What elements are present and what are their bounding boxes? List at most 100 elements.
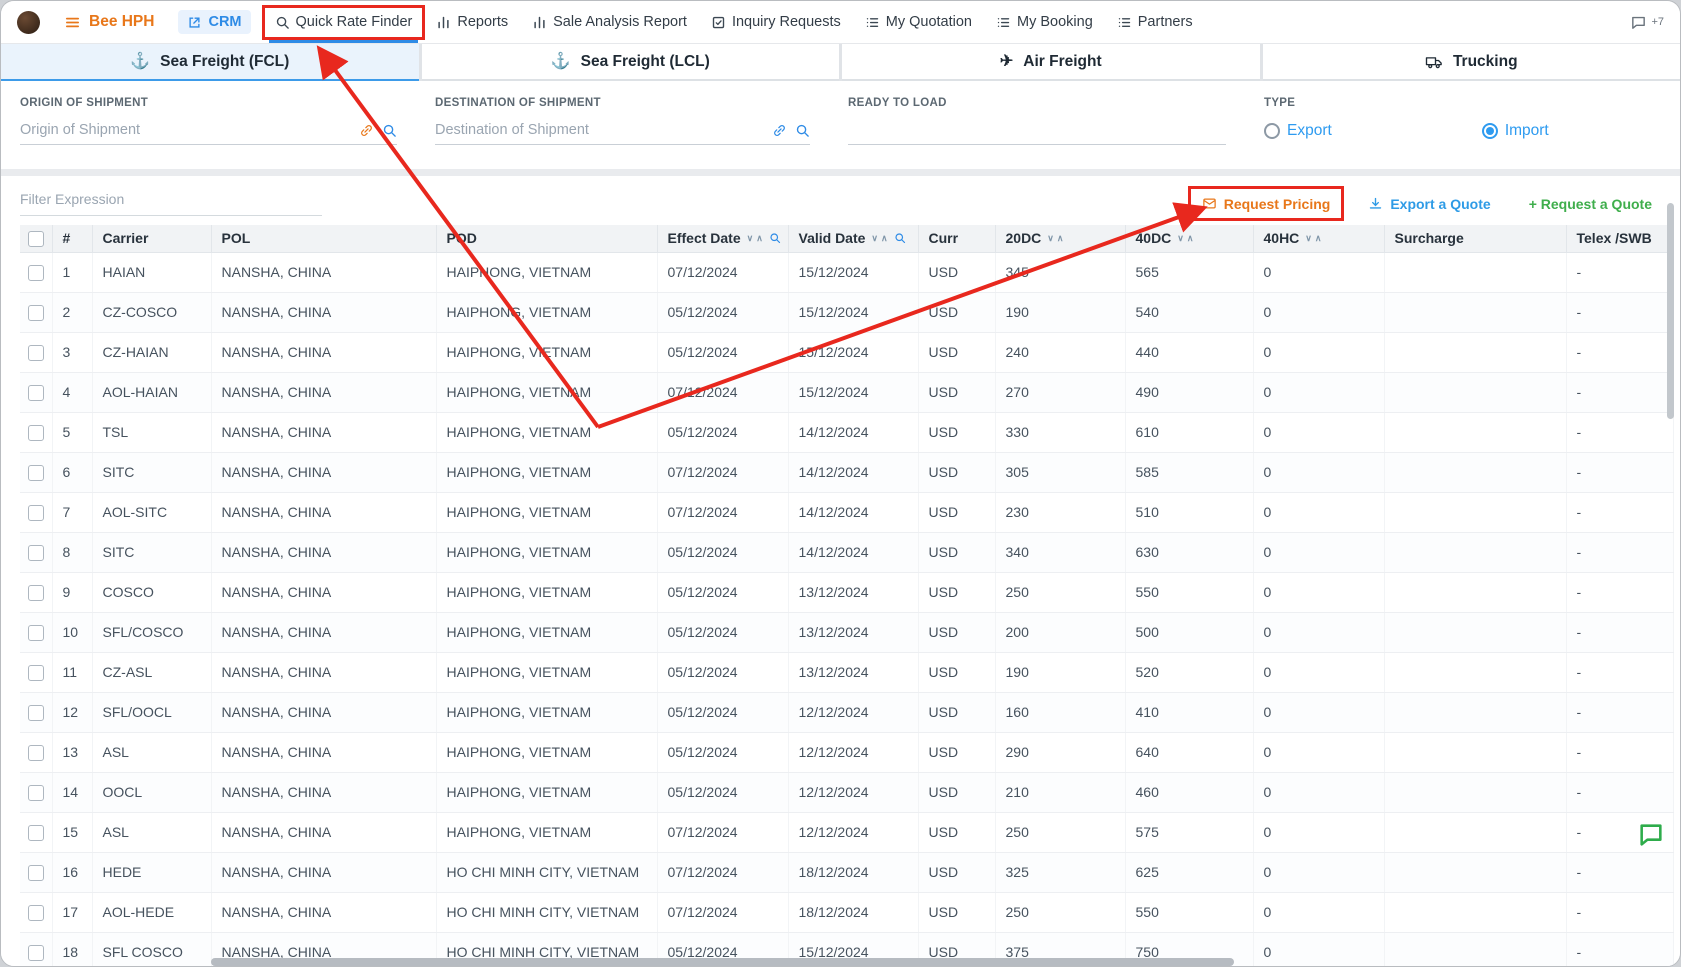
row-checkbox[interactable] — [28, 665, 44, 681]
chat-indicator[interactable]: +7 — [1630, 14, 1664, 31]
table-row[interactable]: 6SITCNANSHA, CHINAHAIPHONG, VIETNAM07/12… — [20, 452, 1673, 492]
cell-num: 7 — [52, 492, 92, 532]
tab-sea-freight-lcl[interactable]: ⚓ Sea Freight (LCL) — [422, 44, 840, 81]
nav-item-inquiry-requests[interactable]: Inquiry Requests — [711, 14, 841, 30]
cell-dc20: 230 — [995, 492, 1125, 532]
sort-asc-icon[interactable]: ∧ — [881, 234, 888, 243]
row-checkbox[interactable] — [28, 305, 44, 321]
row-checkbox[interactable] — [28, 425, 44, 441]
sort-asc-icon[interactable]: ∧ — [1057, 234, 1064, 243]
cell-pod: HAIPHONG, VIETNAM — [436, 412, 657, 452]
select-all-checkbox[interactable] — [28, 231, 44, 247]
nav-item-my-quotation[interactable]: My Quotation — [865, 14, 972, 30]
table-row[interactable]: 4AOL-HAIANNANSHA, CHINAHAIPHONG, VIETNAM… — [20, 372, 1673, 412]
tab-air-freight[interactable]: ✈ Air Freight — [842, 44, 1260, 81]
sort-asc-icon[interactable]: ∧ — [756, 234, 763, 243]
cell-telex: - — [1566, 652, 1673, 692]
cell-telex: - — [1566, 772, 1673, 812]
nav-item-reports[interactable]: Reports — [436, 14, 508, 30]
cell-pod: HAIPHONG, VIETNAM — [436, 292, 657, 332]
table-row[interactable]: 16HEDENANSHA, CHINAHO CHI MINH CITY, VIE… — [20, 852, 1673, 892]
table-row[interactable]: 3CZ-HAIANNANSHA, CHINAHAIPHONG, VIETNAM0… — [20, 332, 1673, 372]
vertical-scrollbar[interactable] — [1667, 203, 1674, 419]
table-row[interactable]: 15ASLNANSHA, CHINAHAIPHONG, VIETNAM07/12… — [20, 812, 1673, 852]
row-checkbox[interactable] — [28, 385, 44, 401]
nav-item-my-booking[interactable]: My Booking — [996, 14, 1093, 30]
chat-fab-button[interactable] — [1637, 821, 1665, 854]
row-checkbox[interactable] — [28, 705, 44, 721]
search-icon[interactable] — [382, 123, 397, 138]
brand-menu[interactable]: Bee HPH — [64, 13, 154, 31]
table-row[interactable]: 14OOCLNANSHA, CHINAHAIPHONG, VIETNAM05/1… — [20, 772, 1673, 812]
cell-effect_date: 07/12/2024 — [657, 372, 788, 412]
nav-item-partners[interactable]: Partners — [1117, 14, 1193, 30]
cell-carrier: CZ-HAIAN — [92, 332, 211, 372]
export-quote-label: Export a Quote — [1390, 196, 1490, 212]
nav-item-crm[interactable]: CRM — [178, 10, 250, 34]
row-checkbox[interactable] — [28, 865, 44, 881]
tab-sea-freight-fcl[interactable]: ⚓ Sea Freight (FCL) — [1, 44, 419, 81]
table-row[interactable]: 7AOL-SITCNANSHA, CHINAHAIPHONG, VIETNAM0… — [20, 492, 1673, 532]
search-icon[interactable] — [795, 123, 810, 138]
table-row[interactable]: 17AOL-HEDENANSHA, CHINAHO CHI MINH CITY,… — [20, 892, 1673, 932]
row-checkbox[interactable] — [28, 625, 44, 641]
link-icon[interactable] — [772, 123, 787, 138]
hamburger-menu-icon[interactable] — [64, 14, 81, 31]
table-row[interactable]: 13ASLNANSHA, CHINAHAIPHONG, VIETNAM05/12… — [20, 732, 1673, 772]
sort-desc-icon[interactable]: ∨ — [1177, 234, 1184, 243]
row-checkbox[interactable] — [28, 345, 44, 361]
sort-asc-icon[interactable]: ∧ — [1187, 234, 1194, 243]
origin-input[interactable] — [20, 122, 351, 138]
table-row[interactable]: 2CZ-COSCONANSHA, CHINAHAIPHONG, VIETNAM0… — [20, 292, 1673, 332]
cell-checkbox — [20, 572, 52, 612]
row-checkbox[interactable] — [28, 465, 44, 481]
column-search-icon[interactable] — [769, 232, 781, 244]
row-checkbox[interactable] — [28, 505, 44, 521]
cell-surcharge — [1384, 452, 1566, 492]
nav-label: Partners — [1138, 14, 1193, 30]
link-icon[interactable] — [359, 123, 374, 138]
column-search-icon[interactable] — [894, 232, 906, 244]
table-row[interactable]: 1HAIANNANSHA, CHINAHAIPHONG, VIETNAM07/1… — [20, 252, 1673, 292]
user-avatar[interactable] — [17, 11, 40, 34]
filter-expression-input[interactable] — [20, 191, 322, 207]
ready-to-load-input[interactable] — [848, 122, 1226, 138]
table-row[interactable]: 9COSCONANSHA, CHINAHAIPHONG, VIETNAM05/1… — [20, 572, 1673, 612]
cell-dc40: 585 — [1125, 452, 1253, 492]
sort-desc-icon[interactable]: ∨ — [1047, 234, 1054, 243]
table-row[interactable]: 5TSLNANSHA, CHINAHAIPHONG, VIETNAM05/12/… — [20, 412, 1673, 452]
type-import-radio[interactable]: Import — [1482, 122, 1549, 140]
row-checkbox[interactable] — [28, 825, 44, 841]
cell-curr: USD — [918, 452, 995, 492]
nav-item-quick-rate-finder[interactable]: Quick Rate Finder — [275, 14, 413, 30]
table-row[interactable]: 11CZ-ASLNANSHA, CHINAHAIPHONG, VIETNAM05… — [20, 652, 1673, 692]
row-checkbox[interactable] — [28, 265, 44, 281]
type-export-radio[interactable]: Export — [1264, 122, 1332, 140]
row-checkbox[interactable] — [28, 905, 44, 921]
sort-desc-icon[interactable]: ∨ — [1305, 234, 1312, 243]
table-row[interactable]: 12SFL/OOCLNANSHA, CHINAHAIPHONG, VIETNAM… — [20, 692, 1673, 732]
row-checkbox[interactable] — [28, 545, 44, 561]
sort-desc-icon[interactable]: ∨ — [871, 234, 878, 243]
row-checkbox[interactable] — [28, 745, 44, 761]
cell-checkbox — [20, 372, 52, 412]
row-checkbox[interactable] — [28, 785, 44, 801]
tab-trucking[interactable]: Trucking — [1263, 44, 1681, 81]
horizontal-scrollbar[interactable] — [211, 958, 1234, 966]
sort-desc-icon[interactable]: ∨ — [747, 234, 754, 243]
plane-icon: ✈ — [1000, 54, 1013, 70]
cell-carrier: CZ-COSCO — [92, 292, 211, 332]
nav-item-sale-analysis-report[interactable]: Sale Analysis Report — [532, 14, 687, 30]
destination-input[interactable] — [435, 122, 764, 138]
row-checkbox[interactable] — [28, 945, 44, 961]
table-row[interactable]: 8SITCNANSHA, CHINAHAIPHONG, VIETNAM05/12… — [20, 532, 1673, 572]
cell-pol: NANSHA, CHINA — [211, 372, 436, 412]
request-pricing-button[interactable]: Request Pricing — [1202, 196, 1331, 212]
table-row[interactable]: 10SFL/COSCONANSHA, CHINAHAIPHONG, VIETNA… — [20, 612, 1673, 652]
nav-label: Sale Analysis Report — [553, 14, 687, 30]
export-quote-button[interactable]: Export a Quote — [1368, 196, 1490, 212]
request-quote-button[interactable]: + Request a Quote — [1529, 196, 1652, 212]
row-checkbox[interactable] — [28, 585, 44, 601]
sort-asc-icon[interactable]: ∧ — [1315, 234, 1322, 243]
cell-checkbox — [20, 532, 52, 572]
